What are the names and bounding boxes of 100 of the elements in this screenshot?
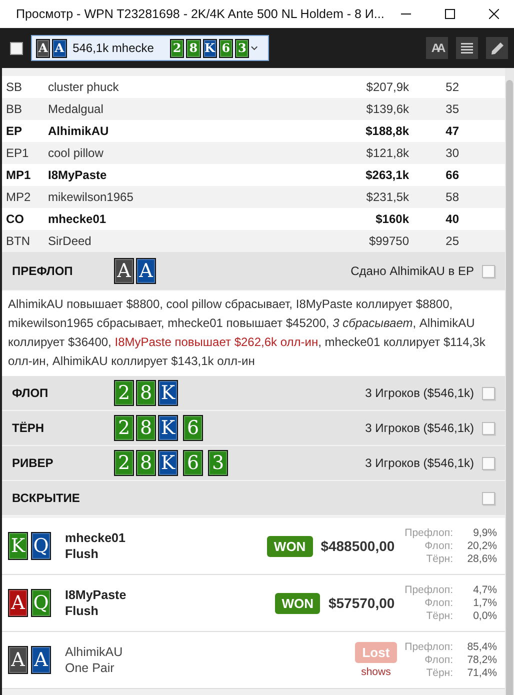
card: K: [8, 532, 28, 560]
equity-label: Тёрн:: [425, 610, 453, 622]
stack-amount: $139,6k: [365, 102, 409, 116]
equity-value: 1,7%: [472, 596, 497, 610]
hand-dropdown[interactable]: A A 546,1k mhecke 2 8 K 6 3: [31, 35, 269, 61]
card: A: [8, 589, 28, 617]
hand-summary: 546,1k mhecke: [72, 41, 154, 55]
maximize-icon[interactable]: [445, 9, 456, 19]
seat-position: BTN: [6, 234, 31, 248]
text-size-button[interactable]: AA: [426, 37, 448, 59]
equity-value: 71,4%: [466, 666, 497, 680]
seat-position: MP2: [6, 190, 32, 204]
card: 6: [183, 415, 203, 441]
player-name: cluster phuck: [48, 80, 120, 94]
checkbox[interactable]: [482, 422, 495, 434]
player-name: SirDeed: [48, 234, 92, 248]
card: A: [8, 646, 28, 674]
hand-rank: Flush: [65, 604, 100, 618]
checkbox[interactable]: [482, 456, 495, 470]
checkbox[interactable]: [482, 264, 495, 278]
street-title: РИВЕР: [12, 456, 54, 470]
player-name: mhecke01: [65, 531, 126, 545]
seat-position: CO: [6, 212, 25, 226]
big-blinds: 40: [444, 212, 460, 226]
street-title: ПРЕФЛОП: [12, 264, 74, 278]
big-blinds: 35: [444, 102, 460, 116]
card: A: [36, 38, 50, 58]
card: A: [136, 258, 156, 284]
seat-position: BB: [6, 102, 24, 116]
player-name: AlhimikAU: [48, 124, 110, 138]
card: 6: [218, 38, 234, 58]
player-name: I8MyPaste: [48, 168, 108, 182]
checkbox[interactable]: [482, 492, 495, 504]
equity-value: 78,2%: [466, 654, 497, 666]
equity-label: Префлоп:: [404, 584, 453, 596]
hand-rank: One Pair: [65, 661, 116, 675]
card: K: [202, 38, 217, 58]
close-icon[interactable]: [489, 9, 500, 19]
equity-label: Тёрн:: [425, 666, 453, 680]
card: 2: [170, 38, 184, 58]
player-name: mhecke01: [48, 212, 108, 226]
stack-amount: $231,5k: [365, 190, 409, 204]
card: 2: [114, 415, 134, 441]
equity-value: 0,0%: [472, 610, 497, 622]
equity-label: Флоп:: [424, 654, 453, 666]
stack-amount: $207,9k: [365, 80, 409, 94]
seat-position: EP: [6, 124, 24, 138]
lost-badge: Lost: [355, 642, 397, 663]
card: 8: [136, 415, 156, 441]
street-info: 3 Игроков ($546,1k): [365, 386, 474, 400]
player-name: cool pillow: [48, 146, 104, 160]
won-amount: $488500,00: [320, 538, 395, 554]
card: K: [158, 450, 178, 476]
big-blinds: 47: [444, 124, 460, 138]
won-badge: WON: [266, 536, 313, 556]
window-title: Просмотр - WPN T23281698 - 2K/4K Ante 500 NL Holdem - 8 И...: [16, 7, 384, 21]
edit-button[interactable]: [486, 37, 508, 59]
equity-label: Флоп:: [424, 596, 453, 610]
equity-label: Префлоп:: [404, 526, 453, 540]
equity-value: 4,7%: [472, 584, 497, 596]
card: 2: [114, 380, 134, 406]
card: 3: [235, 38, 250, 58]
card: 2: [114, 450, 134, 476]
scrollbar[interactable]: [506, 80, 513, 695]
card: 8: [186, 38, 201, 58]
equity-value: 9,9%: [472, 526, 497, 540]
stack-amount: $121,8k: [365, 146, 409, 160]
street-title: ФЛОП: [12, 386, 50, 400]
equity-value: 85,4%: [466, 640, 497, 654]
card: 3: [208, 450, 228, 476]
big-blinds: 25: [444, 234, 460, 248]
seat-position: SB: [6, 80, 24, 94]
stack-amount: $263,1k: [364, 168, 409, 182]
equity-label: Флоп:: [424, 540, 453, 552]
big-blinds: 52: [444, 80, 460, 94]
list-button[interactable]: [456, 37, 478, 59]
card: K: [158, 380, 178, 406]
won-amount: $57570,00: [328, 595, 395, 611]
stack-amount: $160k: [374, 212, 409, 226]
street-info: Сдано AlhimikAU в EP: [350, 264, 474, 278]
stack-amount: $99750: [368, 234, 409, 248]
card: 8: [136, 380, 156, 406]
street-info: 3 Игроков ($546,1k): [365, 421, 474, 435]
hand-rank: Flush: [65, 547, 100, 561]
big-blinds: 30: [444, 146, 460, 160]
checkbox[interactable]: [10, 42, 23, 54]
card: Q: [31, 532, 51, 560]
card: A: [52, 38, 67, 58]
card: Q: [31, 589, 51, 617]
equity-value: 28,6%: [466, 552, 497, 566]
street-info: 3 Игроков ($546,1k): [365, 456, 474, 470]
street-title: ТЁРН: [12, 421, 46, 435]
player-name: I8MyPaste: [65, 588, 128, 602]
won-badge: WON: [274, 592, 320, 614]
seat-position: EP1: [6, 146, 30, 160]
checkbox[interactable]: [482, 386, 495, 400]
player-name: Medalgual: [48, 102, 104, 116]
card: A: [114, 258, 134, 284]
equity-value: 20,2%: [466, 540, 497, 552]
chevron-down-icon: [251, 46, 258, 50]
